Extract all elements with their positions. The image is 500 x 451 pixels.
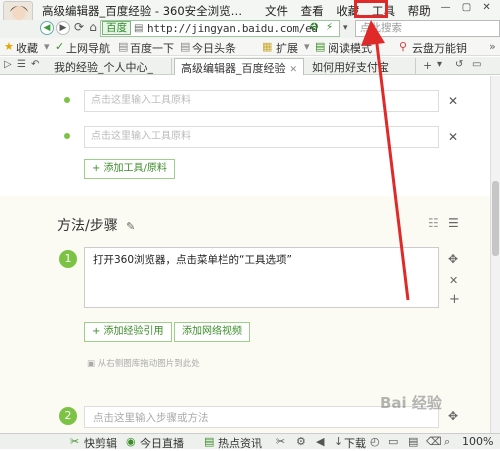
tab-list-icon[interactable]: ☰ [17, 59, 26, 70]
image-icon: ▣ [87, 359, 98, 369]
bookmark-nav[interactable]: 上网导航 [66, 40, 110, 56]
tab-alipay[interactable]: 如何用好支付宝 [306, 58, 416, 75]
star-icon: ★ [4, 40, 14, 53]
unordered-list-icon[interactable]: ☰ [448, 216, 459, 230]
translate-icon[interactable]: ⚙ [296, 435, 306, 448]
screenshot-icon[interactable]: ✂ [276, 435, 285, 448]
news-icon: ▤ [204, 435, 215, 448]
window-title: 高级编辑器_百度经验 - 360安全浏览… [42, 4, 243, 18]
step-1-textarea[interactable]: 打开360浏览器，点击菜单栏的“工具选项” [84, 247, 439, 308]
title-bar: 高级编辑器_百度经验 - 360安全浏览… 文件 查看 收藏 工具 帮助 ▭ —… [0, 0, 500, 29]
restore-tab-icon[interactable]: ↺ [455, 59, 463, 70]
bookmarks-bar: ★ 收藏 ▾ ✓ 上网导航 ▤ 百度一下 ▤ 今日头条 ▦ 扩展 ▾ ▤ 阅读模… [0, 38, 500, 56]
zoom-icon[interactable]: ⌕ [444, 435, 450, 449]
pin-icon: ⚲ [399, 40, 408, 53]
drag-hint-text: 从右侧图库拖动图片到此处 [97, 359, 200, 369]
drag-image-hint: ▣ 从右侧图库拖动图片到此处 [87, 357, 200, 369]
page-icon: ▤ [118, 40, 129, 53]
add-tool-button[interactable]: + 添加工具/原料 [84, 159, 175, 179]
move-icon[interactable]: ✥ [448, 252, 458, 266]
tab-advanced-editor[interactable]: 高级编辑器_百度经验 ✕ [174, 58, 304, 75]
ordered-list-icon[interactable]: ☷ [428, 216, 439, 230]
delete-step-icon[interactable]: ✕ [449, 274, 458, 287]
window-icon[interactable]: ▭ [388, 435, 398, 448]
sidebar-toggle-icon[interactable]: ▷ [4, 59, 12, 70]
menu-file[interactable]: 文件 [265, 4, 288, 18]
bullet-dot [64, 133, 70, 139]
menu-view[interactable]: 查看 [301, 4, 324, 18]
tool-input-1[interactable]: 点击这里输入工具原料 [84, 90, 439, 112]
step-number-1: 1 [59, 250, 77, 268]
dropdown-icon[interactable]: ▾ [343, 23, 348, 33]
page-icon: ▤ [134, 23, 144, 34]
step-2-placeholder: 点击这里输入步骤或方法 [93, 412, 209, 424]
remove-icon[interactable]: ✕ [448, 94, 458, 108]
page-icon: ▤ [180, 40, 191, 53]
step-1-text: 打开360浏览器，点击菜单栏的“工具选项” [93, 254, 292, 266]
cleanup-icon[interactable]: ⌫ [426, 435, 442, 448]
step-number-2: 2 [59, 407, 77, 425]
new-tab-icon[interactable]: + [423, 59, 432, 72]
security-icon[interactable]: ✪ [310, 22, 318, 33]
speed-icon[interactable]: ⚡ [326, 22, 333, 33]
remove-icon[interactable]: ✕ [448, 130, 458, 144]
address-bar: ◀ ▶ ⟳ ⌂ 百度 ▤ http://jingyan.baidu.com/ed… [0, 20, 500, 38]
scroll-thumb[interactable] [492, 181, 499, 256]
method-title: 方法/步骤 ✎ [57, 215, 135, 235]
reading-mode-button[interactable]: 阅读模式 [328, 40, 372, 56]
undo-tab-icon[interactable]: ↶ [31, 59, 39, 70]
notes-icon[interactable]: ▤ [408, 435, 418, 448]
scissors-icon: ✂ [70, 435, 80, 448]
home-icon[interactable]: ⌂ [86, 21, 100, 35]
cloud-key-button[interactable]: 云盘万能钥 [412, 40, 467, 56]
editor-page: 点击这里输入工具原料 ✕ 点击这里输入工具原料 ✕ + 添加工具/原料 方法/步… [0, 76, 490, 433]
live-icon: ◉ [126, 435, 136, 448]
menu-bar: 文件 查看 收藏 工具 帮助 [265, 3, 440, 19]
chevron-down-icon[interactable]: ▾ [437, 59, 442, 70]
mute-icon[interactable]: ◀ [316, 435, 324, 448]
tab-label: 如何用好支付宝 [312, 61, 389, 74]
watermark: Bai 经验 [380, 394, 442, 412]
chevron-down-icon[interactable]: ▾ [44, 40, 50, 53]
more-icon[interactable]: » [489, 40, 496, 53]
add-step-icon[interactable]: + [449, 292, 460, 307]
search-input[interactable]: 点此搜索 [355, 20, 500, 37]
tab-personal-center[interactable]: 我的经验_个人中心_ [48, 58, 172, 75]
bullet-dot [64, 97, 70, 103]
nav-icon: ✓ [55, 40, 65, 53]
tab-label: 我的经验_个人中心_ [54, 61, 153, 74]
tool-placeholder: 点击这里输入工具原料 [91, 131, 191, 142]
favorites-button[interactable]: 收藏 [16, 40, 38, 56]
site-tag: 百度 [102, 21, 131, 35]
download-icon[interactable]: ↓ [334, 435, 343, 448]
status-bar: ✂ 快剪辑 ◉ 今日直播 ▤ 热点资讯 ✂ ⚙ ◀ ↓ 下载 ◴ ▭ ▤ ⌫ ⌕… [0, 433, 500, 450]
refresh-icon[interactable]: ⟳ [72, 21, 86, 35]
tool-input-2[interactable]: 点击这里输入工具原料 [84, 126, 439, 148]
tab-bar: ▷ ☰ ↶ 我的经验_个人中心_ 高级编辑器_百度经验 ✕ 如何用好支付宝 + ▾… [0, 57, 500, 75]
forward-icon[interactable]: ▶ [56, 21, 70, 35]
chevron-down-icon[interactable]: ▾ [304, 40, 310, 53]
bookmark-baidu[interactable]: 百度一下 [130, 40, 174, 56]
method-title-text: 方法/步骤 [57, 218, 118, 234]
bookmark-toutiao[interactable]: 今日头条 [192, 40, 236, 56]
grid-icon: ▦ [262, 40, 273, 53]
search-placeholder: 点此搜索 [360, 22, 402, 34]
tab-label: 高级编辑器_百度经验 [181, 62, 286, 75]
add-reference-button[interactable]: + 添加经验引用 [84, 322, 172, 342]
book-icon: ▤ [315, 40, 326, 53]
edit-pencil-icon[interactable]: ✎ [126, 220, 135, 233]
tile-tabs-icon[interactable]: ▭ [472, 59, 481, 70]
back-icon[interactable]: ◀ [40, 21, 54, 35]
url-text[interactable]: http://jingyan.baidu.com/ed [147, 22, 318, 35]
move-icon[interactable]: ✥ [448, 409, 458, 423]
history-icon[interactable]: ◴ [370, 435, 380, 448]
close-icon[interactable]: ✕ [290, 65, 298, 75]
add-video-button[interactable]: 添加网络视频 [174, 322, 250, 342]
zoom-level[interactable]: 100% [462, 435, 493, 448]
tool-placeholder: 点击这里输入工具原料 [91, 95, 191, 106]
vertical-scrollbar[interactable] [490, 76, 500, 433]
tools-highlight-box [354, 0, 388, 18]
window-controls[interactable]: ▭ — ▢ ✕ [420, 2, 495, 13]
extensions-button[interactable]: 扩展 [276, 40, 298, 56]
